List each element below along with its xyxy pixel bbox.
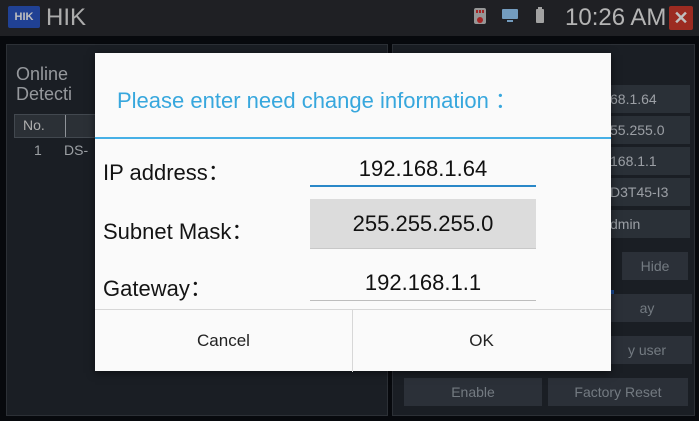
dialog-button-bar: Cancel OK xyxy=(95,309,611,372)
gateway-input[interactable]: 192.168.1.1 xyxy=(310,265,536,301)
ip-address-label: IP address： xyxy=(103,160,230,185)
screen: HIK HIK 10:26 AM ✕ Online Detecti No. 1 … xyxy=(0,0,699,421)
ok-button[interactable]: OK xyxy=(353,310,610,372)
ip-address-input[interactable]: 192.168.1.64 xyxy=(310,151,536,187)
gateway-label: Gateway： xyxy=(103,276,212,301)
subnet-mask-label: Subnet Mask： xyxy=(103,219,254,244)
dialog-title-divider xyxy=(95,137,611,139)
dialog-title: Please enter need change information ： xyxy=(117,88,517,113)
cancel-button[interactable]: Cancel xyxy=(95,310,352,372)
subnet-mask-input[interactable]: 255.255.255.0 xyxy=(310,199,536,249)
change-info-dialog: Please enter need change information ： I… xyxy=(95,53,611,372)
